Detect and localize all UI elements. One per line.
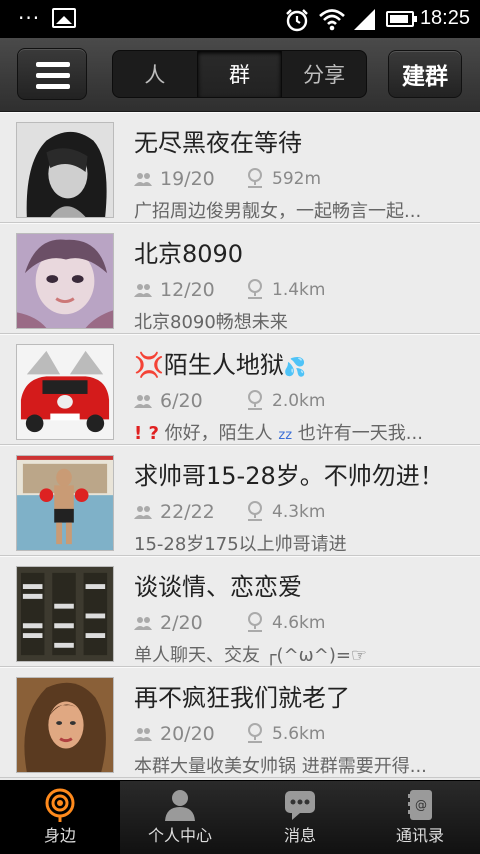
group-description-text-2: 也许有一天我... <box>297 423 423 444</box>
clock: 18:25 <box>419 7 470 29</box>
group-meta: 2/20 4.6km <box>134 612 464 634</box>
nav-nearby-label: 身边 <box>43 826 76 845</box>
group-avatar <box>16 677 114 773</box>
bottom-nav: 身边 个人中心 消息 @ 通讯录 <box>0 780 480 854</box>
nav-messages-label: 消息 <box>283 826 316 845</box>
svg-text:@: @ <box>415 798 427 812</box>
group-avatar <box>16 233 114 329</box>
nav-profile[interactable]: 个人中心 <box>120 781 240 854</box>
location-icon <box>248 390 262 410</box>
group-avatar <box>16 455 114 551</box>
group-row[interactable]: 谈谈情、恋恋爱 2/20 4.6km 单人聊天、交友 ┌(^ω^)=☞ <box>0 556 480 667</box>
wifi-icon <box>319 9 345 31</box>
members-icon <box>134 173 152 186</box>
member-count: 2/20 <box>160 612 203 634</box>
battery-icon <box>386 11 417 27</box>
group-list: 无尽黑夜在等待 19/20 592m 广招周边俊男靓女，一起畅言一起... 北京… <box>0 112 480 780</box>
group-description: 北京8090畅想未来 <box>134 312 288 333</box>
group-avatar <box>16 566 114 662</box>
members-icon <box>134 617 152 630</box>
more-notifications-icon: ··· <box>18 6 41 30</box>
group-name: 无尽黑夜在等待 <box>134 129 302 157</box>
image-notification-icon <box>52 8 76 28</box>
anger-emoji-icon: 💢 <box>134 351 164 379</box>
distance: 2.0km <box>272 391 326 411</box>
member-count: 20/20 <box>160 723 215 745</box>
group-row[interactable]: 北京8090 12/20 1.4km 北京8090畅想未来 <box>0 223 480 334</box>
nearby-icon <box>45 788 75 822</box>
tab-groups[interactable]: 群 <box>197 51 283 97</box>
group-name: 谈谈情、恋恋爱 <box>134 573 302 601</box>
group-meta: 6/20 2.0km <box>134 390 464 412</box>
members-icon <box>134 395 152 408</box>
group-description: 单人聊天、交友 ┌(^ω^)=☞ <box>134 645 368 666</box>
top-bar: 人 群 分享 建群 <box>0 38 480 112</box>
distance: 4.3km <box>272 502 326 522</box>
nav-messages[interactable]: 消息 <box>240 781 360 854</box>
group-row[interactable]: 再不疯狂我们就老了 20/20 5.6km 本群大量收美女帅锅 进群需要开得..… <box>0 667 480 778</box>
group-description: 本群大量收美女帅锅 进群需要开得... <box>134 756 427 777</box>
contacts-icon: @ <box>408 790 432 820</box>
distance: 592m <box>272 169 322 189</box>
members-icon <box>134 284 152 297</box>
sleep-emoji-icon: zz <box>278 428 293 443</box>
location-icon <box>248 168 262 188</box>
location-icon <box>248 279 262 299</box>
alarm-icon <box>286 9 308 32</box>
member-count: 6/20 <box>160 390 203 412</box>
group-meta: 20/20 5.6km <box>134 723 464 745</box>
nav-profile-label: 个人中心 <box>147 826 212 845</box>
group-name: 💢陌生人地狱💦 <box>134 345 306 380</box>
exclamation-emoji-icon: ! ? <box>134 423 159 444</box>
sweat-emoji-icon: 💦 <box>283 357 307 378</box>
group-row[interactable]: 无尽黑夜在等待 19/20 592m 广招周边俊男靓女，一起畅言一起... <box>0 112 480 223</box>
signal-icon <box>354 9 375 30</box>
nav-contacts-label: 通讯录 <box>395 826 444 845</box>
group-meta: 19/20 592m <box>134 168 464 190</box>
location-icon <box>248 723 262 743</box>
members-icon <box>134 506 152 519</box>
group-description: 15-28岁175以上帅哥请进 <box>134 534 347 555</box>
group-description: 广招周边俊男靓女，一起畅言一起... <box>134 201 422 222</box>
members-icon <box>134 728 152 741</box>
message-icon <box>285 791 315 820</box>
tab-people[interactable]: 人 <box>113 51 198 97</box>
create-group-button[interactable]: 建群 <box>388 50 462 98</box>
segment-tabs: 人 群 分享 <box>112 50 367 98</box>
group-meta: 22/22 4.3km <box>134 501 464 523</box>
menu-button[interactable] <box>17 48 87 100</box>
group-description-text: 你好，陌生人 <box>164 423 273 444</box>
location-icon <box>248 612 262 632</box>
group-avatar <box>16 122 114 218</box>
person-icon <box>165 790 195 821</box>
group-row[interactable]: 💢陌生人地狱💦 6/20 2.0km ! ? 你好，陌生人 zz 也许有一天我.… <box>0 334 480 445</box>
status-bar: ··· 18:25 <box>0 0 480 38</box>
group-name-text: 陌生人地狱 <box>163 351 284 379</box>
nav-contacts[interactable]: @ 通讯录 <box>360 781 480 854</box>
nav-nearby[interactable]: 身边 <box>0 781 120 854</box>
group-description: ! ? 你好，陌生人 zz 也许有一天我... <box>134 419 464 445</box>
group-name: 求帅哥15-28岁。不帅勿进！ <box>134 462 444 490</box>
group-meta: 12/20 1.4km <box>134 279 464 301</box>
group-name: 北京8090 <box>134 240 244 268</box>
group-name: 再不疯狂我们就老了 <box>134 684 350 712</box>
member-count: 19/20 <box>160 168 215 190</box>
tab-share[interactable]: 分享 <box>282 51 366 97</box>
group-avatar <box>16 344 114 440</box>
distance: 4.6km <box>272 613 326 633</box>
group-row[interactable]: 求帅哥15-28岁。不帅勿进！ 22/22 4.3km 15-28岁175以上帅… <box>0 445 480 556</box>
member-count: 12/20 <box>160 279 215 301</box>
member-count: 22/22 <box>160 501 215 523</box>
distance: 1.4km <box>272 280 326 300</box>
location-icon <box>248 501 262 521</box>
distance: 5.6km <box>272 724 326 744</box>
